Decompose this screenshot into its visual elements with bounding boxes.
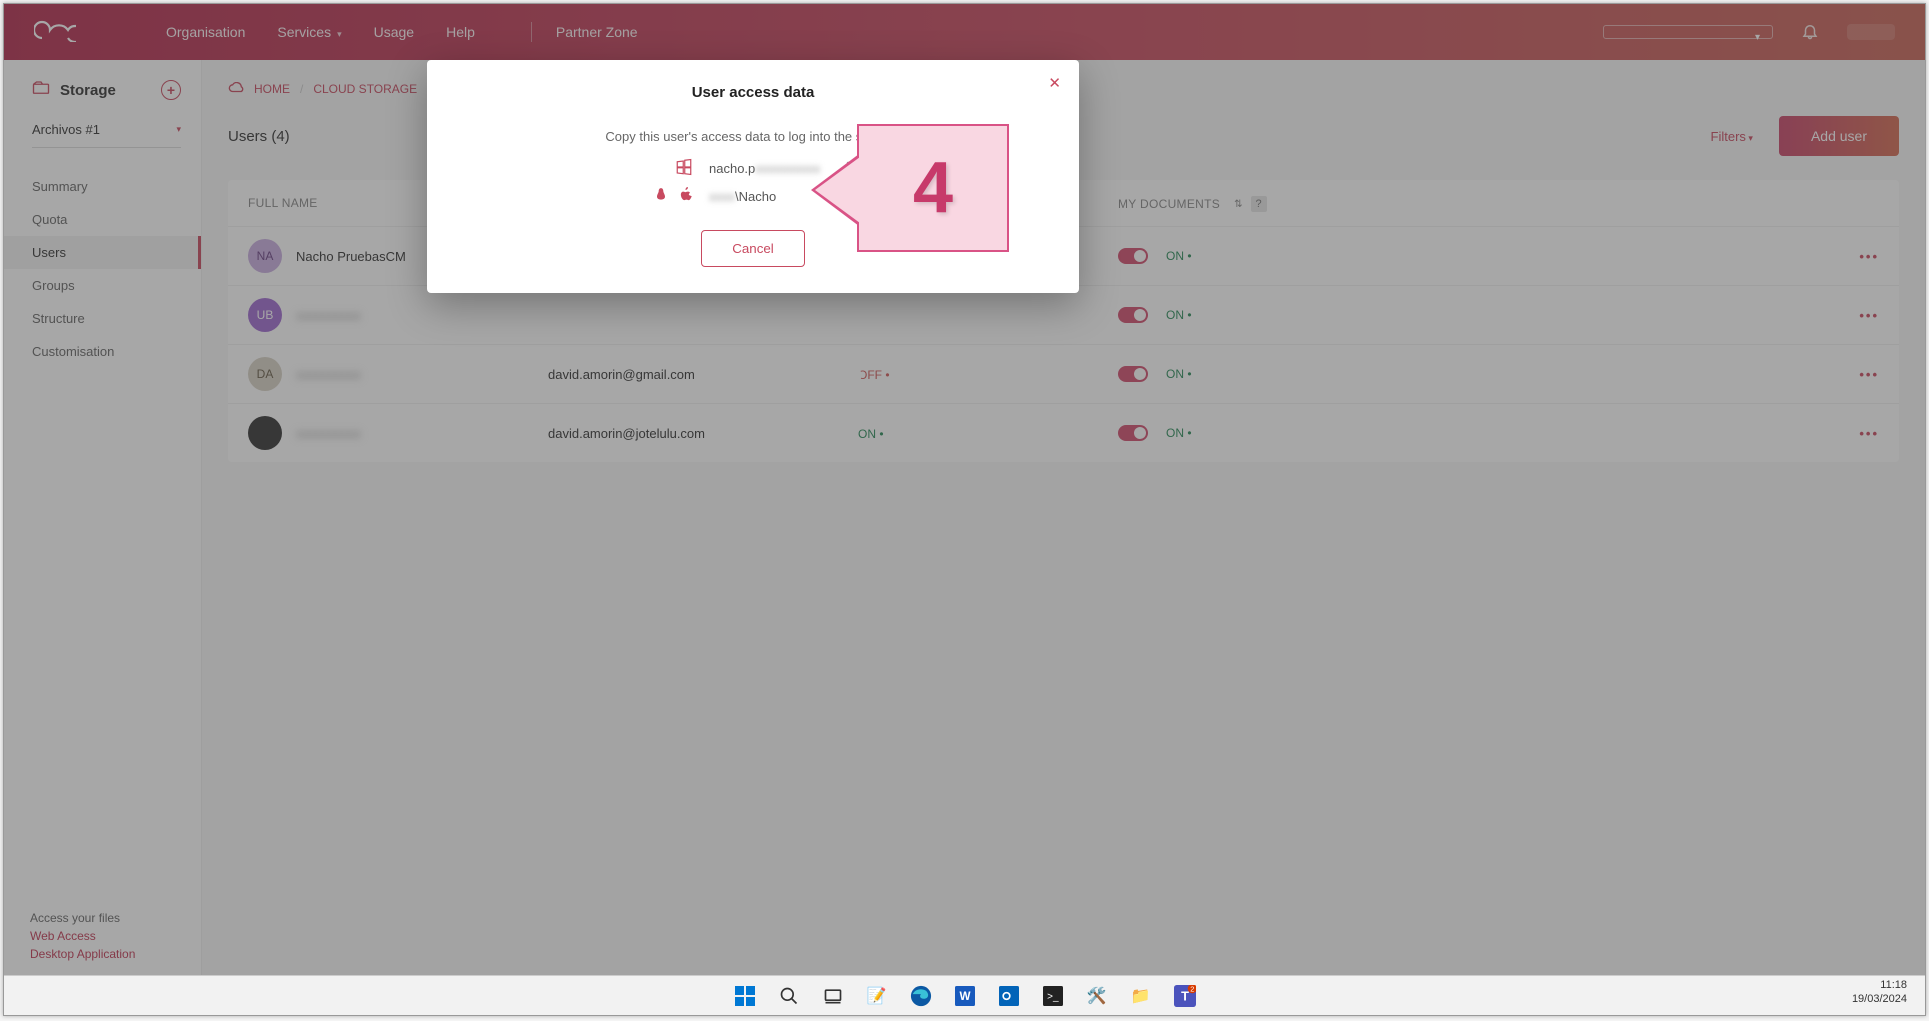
start-icon[interactable] bbox=[733, 984, 757, 1008]
explorer-icon[interactable]: 📁 bbox=[1129, 984, 1153, 1008]
clock-date: 19/03/2024 bbox=[1852, 992, 1907, 1006]
taskbar-clock[interactable]: 11:18 19/03/2024 bbox=[1852, 978, 1907, 1007]
callout-number: 4 bbox=[913, 147, 953, 229]
callout-arrow: 4 bbox=[857, 124, 1009, 252]
terminal-icon[interactable]: >_ bbox=[1041, 984, 1065, 1008]
taskbar: 📝 W >_ 🛠️ 📁 T2 11:18 19/03/2024 bbox=[4, 975, 1925, 1015]
windows-icon bbox=[647, 158, 693, 179]
clock-time: 11:18 bbox=[1852, 978, 1907, 992]
teams-icon[interactable]: T2 bbox=[1173, 984, 1197, 1008]
outlook-icon[interactable] bbox=[997, 984, 1021, 1008]
linux-apple-icons bbox=[647, 187, 693, 206]
close-icon[interactable]: ✕ bbox=[1048, 74, 1061, 92]
taskview-icon[interactable] bbox=[821, 984, 845, 1008]
svg-text:>_: >_ bbox=[1047, 991, 1059, 1002]
search-icon[interactable] bbox=[777, 984, 801, 1008]
cancel-button[interactable]: Cancel bbox=[701, 230, 805, 267]
word-icon[interactable]: W bbox=[953, 984, 977, 1008]
svg-text:T: T bbox=[1181, 988, 1189, 1003]
svg-text:W: W bbox=[959, 990, 970, 1003]
svg-text:2: 2 bbox=[1190, 985, 1194, 993]
app-icon[interactable]: 🛠️ bbox=[1085, 984, 1109, 1008]
edge-icon[interactable] bbox=[909, 984, 933, 1008]
modal-title: User access data bbox=[457, 84, 1049, 101]
notepad-icon[interactable]: 📝 bbox=[865, 984, 889, 1008]
